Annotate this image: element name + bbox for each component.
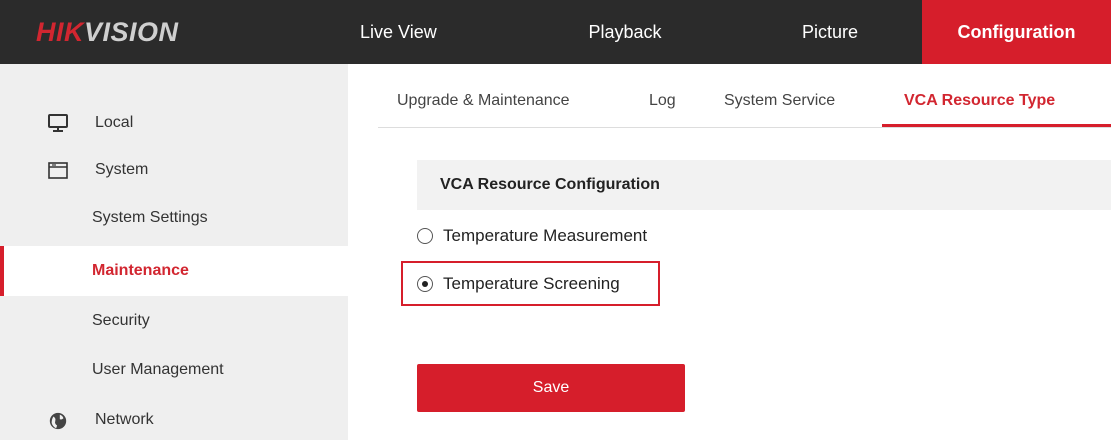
tab-configuration[interactable]: Configuration: [922, 0, 1111, 64]
subtab-vca-resource-type[interactable]: VCA Resource Type: [904, 92, 1055, 110]
top-navigation-bar: HIKVISION Live View Playback Picture Con…: [0, 0, 1111, 64]
sidebar-item-label: System Settings: [92, 209, 208, 226]
globe-icon: [49, 412, 67, 430]
subtab-upgrade-maintenance[interactable]: Upgrade & Maintenance: [397, 92, 570, 110]
maintenance-subtabs: Upgrade & Maintenance Log System Service…: [378, 64, 1111, 128]
save-button[interactable]: Save: [417, 364, 685, 412]
sidebar-item-user-management[interactable]: User Management: [0, 345, 348, 395]
subtab-log[interactable]: Log: [649, 92, 676, 110]
sidebar-item-local[interactable]: Local: [0, 98, 348, 148]
section-header: VCA Resource Configuration: [417, 160, 1111, 210]
section-title: VCA Resource Configuration: [440, 176, 660, 193]
logo-text-grey: VISION: [84, 17, 179, 47]
sidebar: Local System System Settings Maintenance…: [0, 64, 348, 440]
tab-live-view[interactable]: Live View: [360, 0, 470, 64]
sidebar-item-security[interactable]: Security: [0, 296, 348, 346]
sidebar-item-label: Security: [92, 312, 150, 329]
logo-text-red: HIK: [36, 17, 84, 47]
tab-playback[interactable]: Playback: [565, 0, 685, 64]
radio-button-selected[interactable]: [417, 276, 433, 292]
sidebar-item-label: Network: [95, 411, 154, 428]
sidebar-item-system[interactable]: System: [0, 148, 348, 198]
sidebar-item-label: User Management: [92, 361, 224, 378]
subtab-system-service[interactable]: System Service: [724, 92, 835, 110]
window-icon: [48, 162, 68, 179]
sidebar-item-system-settings[interactable]: System Settings: [0, 198, 348, 248]
hikvision-logo: HIKVISION: [36, 16, 179, 48]
active-subtab-indicator: [882, 124, 1111, 127]
radio-label: Temperature Measurement: [443, 226, 648, 245]
tab-picture[interactable]: Picture: [775, 0, 885, 64]
sidebar-item-label: Local: [95, 114, 134, 131]
radio-label: Temperature Screening: [443, 274, 620, 293]
sidebar-item-label: System: [95, 161, 149, 178]
sidebar-item-network[interactable]: Network: [0, 395, 348, 440]
radio-button[interactable]: [417, 228, 433, 244]
sidebar-item-maintenance[interactable]: Maintenance: [0, 246, 348, 296]
monitor-icon: [48, 114, 68, 132]
sidebar-item-label: Maintenance: [92, 262, 189, 279]
